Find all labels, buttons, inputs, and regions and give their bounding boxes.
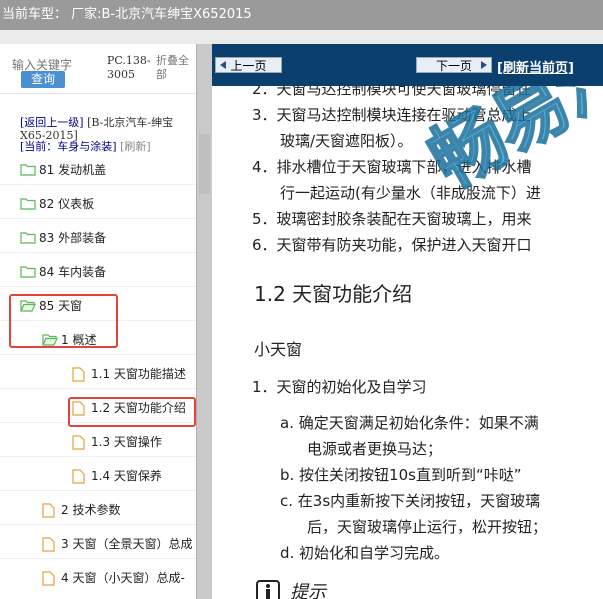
tree-item-3[interactable]: 3 天窗（全景天窗）总成 [42,534,196,554]
tree-item-label: 4 天窗（小天窗）总成- [61,571,185,585]
arrow-right-icon [481,61,487,69]
doc-line: a. 确定天窗满足初始化条件：如果不满 [280,414,539,432]
folder-icon [20,164,36,176]
tree-item-82[interactable]: 82 仪表板 [20,194,196,214]
doc-line: 1．天窗的初始化及自学习 [252,378,427,396]
doc-line: 6．天窗带有防夹功能，保护进入天窗开口 [252,236,532,254]
doc-line: c. 在3s内重新按下关闭按钮，天窗玻璃 [280,492,541,510]
document-icon [72,367,85,382]
splitter-handle[interactable] [199,134,210,194]
tree-item-label: 2 技术参数 [61,503,121,517]
doc-line: d. 初始化和自学习完成。 [280,544,450,562]
folder-icon [20,266,36,278]
subsection-heading: 小天窗 [254,340,303,359]
refresh-page-link[interactable]: [刷新当前页] [497,57,574,76]
tree-item-label: 1.4 天窗保养 [91,469,162,483]
doc-line: 玻璃/天窗遮阳板）。 [280,132,413,150]
arrow-left-icon [220,61,226,69]
folder-icon [20,198,36,210]
tree-item-1-3[interactable]: 1.3 天窗操作 [72,432,196,452]
doc-line: 5．玻璃密封胶条装配在天窗玻璃上，用来 [252,210,532,228]
tree-item-label: 81 发动机盖 [39,163,107,177]
current-label: [当前：车身与涂装] [20,140,117,153]
tree-item-label: 82 仪表板 [39,197,95,211]
tree-item-84[interactable]: 84 车内装备 [20,262,196,282]
document-nav-bar: 上一页 下一页 [刷新当前页] [212,44,603,86]
tree-item-label: 84 车内装备 [39,265,107,279]
tree-item-83[interactable]: 83 外部装备 [20,228,196,248]
current-location: [当前：车身与涂装] [刷新] [20,140,196,153]
tree-item-label: 3 天窗（全景天窗）总成 [61,537,193,551]
doc-line: 行一起运动(有少量水（非成股流下）进 [280,184,541,202]
section-heading: 1.2 天窗功能介绍 [254,282,413,306]
highlight-box [68,397,196,427]
tree-item-label: 1.3 天窗操作 [91,435,162,449]
collapse-all-button[interactable]: 折叠全部 [156,54,196,82]
back-link[interactable]: [返回上一级] [20,116,84,129]
breadcrumb: [返回上一级] [B-北京汽车-绅宝X65-2015] [20,116,196,142]
search-button[interactable]: 查询 [21,71,65,88]
next-page-button[interactable]: 下一页 [416,57,492,73]
left-panel: 查询 PC.138-3005 折叠全部 [返回上一级] [B-北京汽车-绅宝X6… [0,44,196,599]
tree-item-4[interactable]: 4 天窗（小天窗）总成- [42,568,196,588]
tree-item-label: 1.1 天窗功能描述 [91,367,186,381]
folder-icon [20,232,36,244]
prev-page-button[interactable]: 上一页 [215,57,282,73]
prev-page-label: 上一页 [230,59,267,73]
tree-item-1-4[interactable]: 1.4 天窗保养 [72,466,196,486]
info-icon [256,580,280,599]
tree-item-81[interactable]: 81 发动机盖 [20,160,196,180]
doc-line: 后，天窗玻璃停止运行，松开按钮； [307,518,548,536]
toolbar-strip [0,30,603,45]
document-icon [42,571,55,586]
tree-item-2[interactable]: 2 技术参数 [42,500,196,520]
tree-item-label: 83 外部装备 [39,231,107,245]
next-page-label: 下一页 [435,59,472,73]
document-content: 2．天窗马达控制模块可使天窗玻璃停留在 3．天窗马达控制模块连接在驱动管总成上 … [212,86,603,599]
doc-line: 电源或者更换马达； [307,440,443,458]
document-icon [72,435,85,450]
highlight-box [9,294,118,348]
tip-heading: 提示 [290,582,326,599]
tab-code[interactable]: PC.138-3005 [107,54,155,82]
document-icon [42,537,55,552]
divider [0,93,196,94]
refresh-tree-link[interactable]: [刷新] [120,140,151,153]
doc-line: b. 按住关闭按钮10s直到听到“咔哒” [280,466,522,484]
document-panel: 上一页 下一页 [刷新当前页] 2．天窗马达控制模块可使天窗玻璃停留在 3．天窗… [212,44,603,599]
title-bar: 当前车型： 厂家:B-北京汽车绅宝X652015 [0,0,603,30]
document-icon [72,469,85,484]
tree-item-1-1[interactable]: 1.1 天窗功能描述 [72,364,196,384]
panel-splitter[interactable] [196,44,213,599]
title-bar-text: 当前车型： 厂家:B-北京汽车绅宝X652015 [2,7,252,22]
document-icon [42,503,55,518]
